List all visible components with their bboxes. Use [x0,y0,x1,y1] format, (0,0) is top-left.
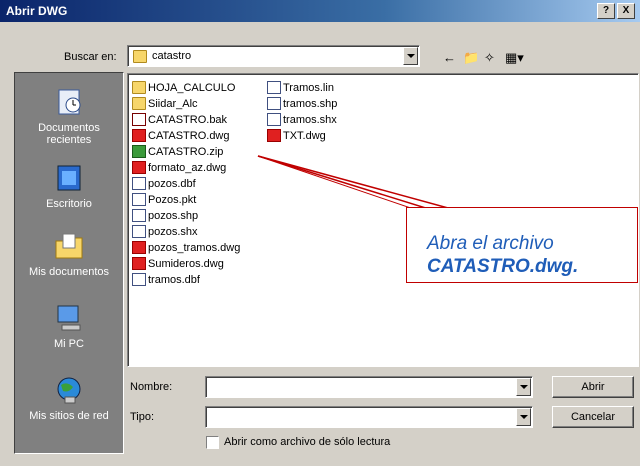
place-documentos-recientes[interactable]: Documentos recientes [15,87,123,146]
file-name: Pozos.pkt [148,194,197,206]
file-item[interactable]: CATASTRO.zip [132,144,223,160]
up-folder-icon[interactable]: 📁 [463,50,479,66]
my-documents-icon [55,233,83,259]
file-name: pozos.dbf [148,178,196,190]
file-name: TXT.dwg [283,130,326,142]
file-item[interactable]: pozos_tramos.dwg [132,240,240,256]
file-item[interactable]: pozos.dbf [132,176,196,192]
folder-file-icon [132,80,146,94]
readonly-checkbox[interactable] [206,436,219,449]
instruction-callout: Abra el archivo CATASTRO.dwg. [406,207,638,283]
place-label: Documentos [38,122,100,134]
file-item[interactable]: tramos.shx [267,112,337,128]
callout-line1: Abra el archivo [427,233,554,254]
file-name: tramos.dbf [148,274,200,286]
network-icon [57,377,81,404]
file-name: CATASTRO.bak [148,114,228,126]
new-folder-icon[interactable]: ✧ [484,50,495,66]
file-item[interactable]: CATASTRO.dwg [132,128,230,144]
file-name: tramos.shx [283,114,337,126]
desktop-icon [57,165,81,191]
file-item[interactable]: Sumideros.dwg [132,256,224,272]
folder-file-icon [132,96,146,110]
chevron-down-icon[interactable] [516,378,531,396]
place-mi-pc[interactable]: Mi PC [15,303,123,350]
doc-file-icon [132,224,146,238]
file-item[interactable]: Tramos.lin [267,80,334,96]
filetype-select[interactable] [205,406,533,428]
file-name: tramos.shp [283,98,338,110]
file-item[interactable]: Pozos.pkt [132,192,196,208]
file-name: Siidar_Alc [148,98,198,110]
place-mis-documentos[interactable]: Mis documentos [15,231,123,278]
file-name: Sumideros.dwg [148,258,224,270]
file-item[interactable]: CATASTRO.bak [132,112,227,128]
places-bar: Documentos recientes Escritorio Mis docu… [14,72,124,454]
my-computer-icon [57,305,81,331]
file-item[interactable]: tramos.dbf [132,272,200,288]
file-name: pozos.shp [148,210,199,222]
dwg-file-icon [267,128,281,142]
file-name: pozos_tramos.dwg [148,242,241,254]
place-label: Mis documentos [28,266,110,278]
doc-file-icon [132,272,146,286]
dwg-file-icon [132,128,146,142]
place-mis-sitios-de-red[interactable]: Mis sitios de red [15,375,123,422]
lookin-label: Buscar en: [64,51,117,63]
file-name: CATASTRO.dwg [148,130,230,142]
file-item[interactable]: pozos.shp [132,208,198,224]
file-item[interactable]: pozos.shx [132,224,198,240]
place-label: Mis sitios de red [29,410,109,422]
file-name: formato_az.dwg [148,162,227,174]
filename-label: Nombre: [130,381,173,393]
zip-file-icon [132,144,146,158]
chevron-down-icon[interactable] [516,408,531,426]
doc-file-icon [132,176,146,190]
close-button[interactable]: X [617,3,635,19]
file-name: CATASTRO.zip [148,146,224,158]
callout-line2: CATASTRO.dwg. [427,256,579,277]
filename-input[interactable] [205,376,533,398]
view-menu-icon[interactable]: ▦▾ [505,50,524,66]
back-icon[interactable]: ← [443,50,456,65]
folder-icon [133,50,147,63]
help-button[interactable]: ? [597,3,615,19]
file-name: HOJA_CALCULO [148,82,236,94]
place-escritorio[interactable]: Escritorio [15,163,123,210]
doc-file-icon [267,80,281,94]
window-title: Abrir DWG [6,4,68,18]
file-name: Tramos.lin [283,82,334,94]
dwg-file-icon [132,256,146,270]
place-label: Escritorio [46,198,92,210]
lookin-value: catastro [152,50,192,62]
cancel-button[interactable]: Cancelar [552,406,634,428]
doc-file-icon [267,96,281,110]
title-bar: Abrir DWG ? X [0,0,640,22]
file-item[interactable]: tramos.shp [267,96,337,112]
open-button[interactable]: Abrir [552,376,634,398]
file-item[interactable]: Siidar_Alc [132,96,198,112]
place-label-2: recientes [46,134,92,146]
dwg-file-icon [132,240,146,254]
recent-docs-icon [58,89,81,115]
file-item[interactable]: TXT.dwg [267,128,326,144]
place-label: Mi PC [54,338,84,350]
bak-file-icon [132,112,146,126]
doc-file-icon [132,208,146,222]
chevron-down-icon[interactable] [403,47,418,65]
lookin-combo[interactable]: catastro [127,45,420,67]
file-item[interactable]: formato_az.dwg [132,160,226,176]
readonly-label: Abrir como archivo de sólo lectura [224,436,391,448]
filetype-label: Tipo: [130,411,155,423]
file-name: pozos.shx [148,226,198,238]
doc-file-icon [267,112,281,126]
dwg-file-icon [132,160,146,174]
doc-file-icon [132,192,146,206]
file-item[interactable]: HOJA_CALCULO [132,80,235,96]
